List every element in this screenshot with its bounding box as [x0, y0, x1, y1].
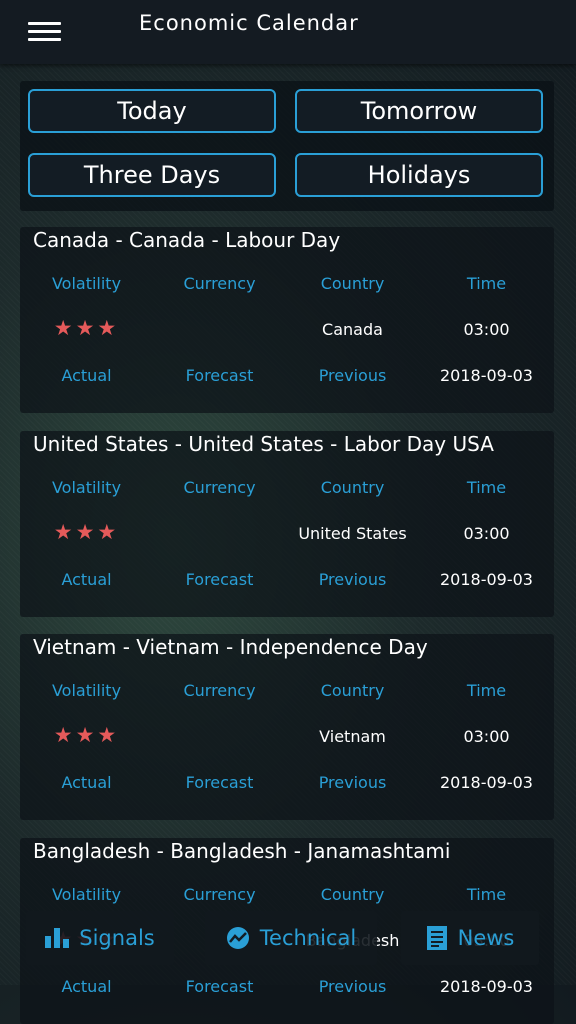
- country-label: Country: [320, 681, 385, 700]
- nav-signals-label: Signals: [79, 926, 155, 950]
- country-value: Canada: [322, 320, 383, 339]
- filter-holidays-button[interactable]: Holidays: [295, 153, 543, 197]
- event-card[interactable]: Canada - Canada - Labour Day Volatility …: [20, 227, 554, 413]
- document-icon: [426, 925, 448, 951]
- event-title: Bangladesh - Bangladesh - Janamashtami: [33, 839, 451, 863]
- nav-signals-button[interactable]: Signals: [26, 911, 174, 965]
- event-title: Canada - Canada - Labour Day: [33, 228, 341, 252]
- country-value: United States: [298, 524, 407, 543]
- forecast-label: Forecast: [185, 570, 254, 589]
- nav-technical-button[interactable]: Technical: [205, 911, 377, 965]
- previous-label: Previous: [318, 570, 387, 589]
- currency-label: Currency: [183, 681, 256, 700]
- volatility-label: Volatility: [51, 274, 122, 293]
- country-value: Vietnam: [319, 727, 386, 746]
- filter-three-days-button[interactable]: Three Days: [28, 153, 276, 197]
- volatility-label: Volatility: [51, 681, 122, 700]
- actual-label: Actual: [61, 366, 112, 385]
- hamburger-menu-icon[interactable]: [28, 22, 61, 42]
- nav-news-button[interactable]: News: [401, 911, 539, 965]
- event-card[interactable]: United States - United States - Labor Da…: [20, 431, 554, 617]
- currency-label: Currency: [183, 274, 256, 293]
- time-value: 03:00: [463, 320, 510, 339]
- time-label: Time: [466, 681, 507, 700]
- volatility-label: Volatility: [51, 478, 122, 497]
- date-value: 2018-09-03: [440, 773, 533, 792]
- volatility-stars: ★★★: [53, 520, 120, 544]
- volatility-stars: ★★★: [53, 723, 120, 747]
- bottom-nav: Signals Technical News: [0, 892, 576, 985]
- forecast-label: Forecast: [185, 366, 254, 385]
- actual-label: Actual: [61, 773, 112, 792]
- previous-label: Previous: [318, 366, 387, 385]
- gauge-icon: [226, 926, 250, 950]
- currency-label: Currency: [183, 478, 256, 497]
- actual-label: Actual: [61, 570, 112, 589]
- event-title: United States - United States - Labor Da…: [33, 432, 494, 456]
- country-label: Country: [320, 274, 385, 293]
- time-label: Time: [466, 478, 507, 497]
- page-title: Economic Calendar: [139, 11, 359, 35]
- date-value: 2018-09-03: [440, 366, 533, 385]
- bar-chart-icon: [45, 928, 70, 948]
- country-label: Country: [320, 478, 385, 497]
- filter-today-button[interactable]: Today: [28, 89, 276, 133]
- previous-label: Previous: [318, 773, 387, 792]
- filter-tomorrow-button[interactable]: Tomorrow: [295, 89, 543, 133]
- date-value: 2018-09-03: [440, 570, 533, 589]
- forecast-label: Forecast: [185, 773, 254, 792]
- volatility-stars: ★★★: [53, 316, 120, 340]
- time-value: 03:00: [463, 524, 510, 543]
- time-label: Time: [466, 274, 507, 293]
- event-title: Vietnam - Vietnam - Independence Day: [33, 635, 428, 659]
- time-value: 03:00: [463, 727, 510, 746]
- nav-technical-label: Technical: [259, 926, 357, 950]
- filter-panel: Today Tomorrow Three Days Holidays: [20, 81, 554, 211]
- app-bar: Economic Calendar: [0, 0, 576, 64]
- event-card[interactable]: Vietnam - Vietnam - Independence Day Vol…: [20, 634, 554, 820]
- nav-news-label: News: [457, 926, 515, 950]
